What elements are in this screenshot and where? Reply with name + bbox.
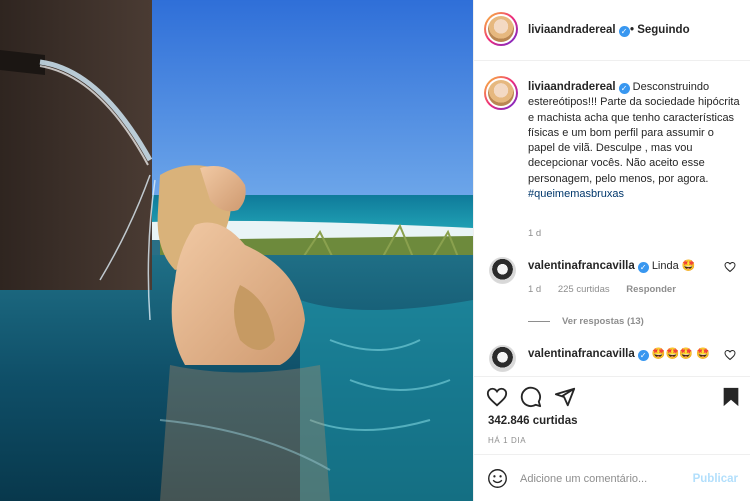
comment-meta: 1 d 225 curtidas Responder xyxy=(528,284,690,295)
commenter-username[interactable]: valentinafrancavilla xyxy=(528,260,635,272)
view-replies-button[interactable]: Ver respostas (13) xyxy=(528,316,644,327)
commenter-avatar[interactable] xyxy=(489,257,516,284)
emoji-icon[interactable] xyxy=(487,468,508,489)
comment-text: valentinafrancavilla ✓ Linda 🤩 xyxy=(528,259,728,274)
comment-text: valentinafrancavilla ✓ 🤩🤩🤩 🤩 xyxy=(528,347,728,362)
add-comment-bar: Adicione um comentário... Publicar xyxy=(474,454,750,501)
comment-heart-icon[interactable] xyxy=(724,261,736,273)
replies-divider xyxy=(528,320,550,322)
author-avatar[interactable] xyxy=(484,12,518,46)
commenter-avatar[interactable] xyxy=(489,345,516,372)
verified-icon: ✓ xyxy=(618,26,630,37)
caption-body: Desconstruindo estereótipos!!! Parte da … xyxy=(528,81,740,185)
caption-username[interactable]: liviaandradereal xyxy=(528,81,616,93)
post-actions-bar xyxy=(474,376,750,414)
post-header: liviaandradereal ✓ • Seguindo xyxy=(474,0,750,61)
caption-age: 1 d xyxy=(528,228,542,239)
comment-heart-icon[interactable] xyxy=(724,349,736,361)
comment-icon[interactable] xyxy=(520,386,542,408)
likes-count[interactable]: 342.846 curtidas xyxy=(488,415,578,427)
comment-input[interactable]: Adicione um comentário... xyxy=(520,473,647,485)
caption-avatar[interactable] xyxy=(484,76,518,110)
bookmark-icon[interactable] xyxy=(720,386,742,408)
heart-icon[interactable] xyxy=(486,386,508,408)
verified-icon: ✓ xyxy=(618,83,630,94)
author-username[interactable]: liviaandradereal ✓ xyxy=(528,24,630,37)
commenter-username[interactable]: valentinafrancavilla xyxy=(528,348,635,360)
publish-button[interactable]: Publicar xyxy=(693,473,738,485)
comment-body: 🤩🤩🤩 🤩 xyxy=(651,348,710,360)
comment-age: 1 d xyxy=(528,284,542,295)
post-side-panel: liviaandradereal ✓ • Seguindo liviaandrad… xyxy=(473,0,750,501)
post-time[interactable]: HÁ 1 DIA xyxy=(488,436,526,445)
hashtag-link[interactable]: #queimemasbruxas xyxy=(528,188,624,200)
follow-status-button[interactable]: • Seguindo xyxy=(630,24,690,36)
share-icon[interactable] xyxy=(554,386,576,408)
comment-likes[interactable]: 225 curtidas xyxy=(558,284,610,295)
comment-body: Linda 🤩 xyxy=(651,260,696,272)
verified-icon: ✓ xyxy=(637,350,649,361)
reply-button[interactable]: Responder xyxy=(626,284,676,295)
caption-text: liviaandradereal ✓ Desconstruindo estereó… xyxy=(528,80,742,202)
verified-icon: ✓ xyxy=(637,262,649,273)
post-photo xyxy=(0,0,473,501)
